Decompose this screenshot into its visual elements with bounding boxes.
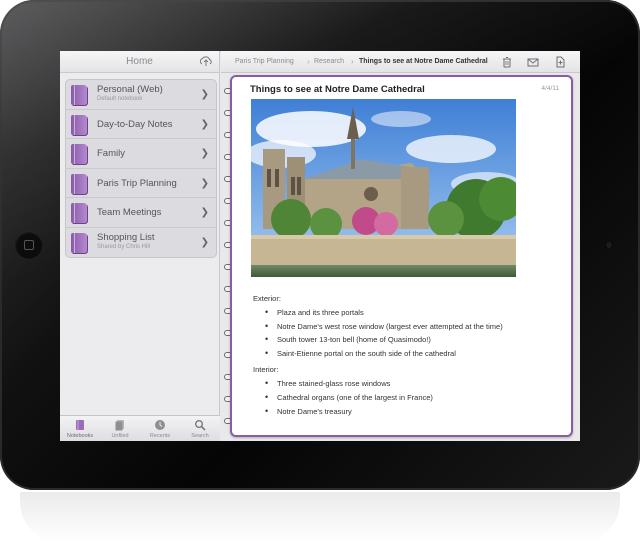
home-button-square-icon (24, 240, 34, 250)
notebook-list: Personal (Web) Default notebook ❯ Day-to… (65, 79, 217, 258)
search-icon (195, 420, 206, 431)
chevron-right-icon: ❯ (200, 236, 209, 248)
notebook-icon (71, 203, 87, 223)
list-item: Notre Dame's west rose window (largest e… (263, 320, 563, 334)
notebook-item-shopping-list[interactable]: Shopping List Shared by Chris Hill ❯ (66, 228, 216, 258)
notebook-icon (71, 85, 87, 105)
tab-search[interactable]: Search (180, 416, 220, 441)
sidebar-header: Home (60, 51, 219, 73)
list-item: Plaza and its three portals (263, 306, 563, 320)
tab-label: Notebooks (66, 433, 94, 439)
tab-label: Recents (149, 433, 171, 439)
notre-dame-photo[interactable] (251, 99, 516, 277)
notebook-label: Shopping List (97, 231, 155, 243)
page-content[interactable]: Exterior: Plaza and its three portals No… (253, 294, 563, 423)
notebook-label: Team Meetings (97, 207, 162, 218)
notebook-label: Personal (Web) (97, 84, 163, 95)
mail-icon[interactable] (527, 56, 539, 68)
tab-unfiled[interactable]: Unfiled (100, 416, 140, 441)
home-button[interactable] (15, 231, 43, 259)
interior-list: Three stained-glass rose windows Cathedr… (263, 377, 563, 418)
notebook-sublabel: Shared by Chris Hill (97, 243, 151, 250)
clock-icon (155, 420, 165, 430)
note-page[interactable]: Things to see at Notre Dame Cathedral 4/… (230, 75, 573, 437)
trash-icon[interactable] (501, 56, 513, 68)
notebook-icon (76, 420, 84, 430)
new-page-icon[interactable] (554, 56, 566, 68)
breadcrumb-separator-icon: › (351, 57, 354, 66)
notebook-item-personal-web[interactable]: Personal (Web) Default notebook ❯ (66, 80, 216, 110)
pages-icon (115, 420, 124, 431)
notebook-item-day-to-day-notes[interactable]: Day-to-Day Notes ❯ (66, 110, 216, 139)
breadcrumb-page: Things to see at Notre Dame Cathedral (359, 58, 488, 65)
ipad-reflection (20, 492, 620, 542)
tab-notebooks[interactable]: Notebooks (60, 416, 100, 441)
tab-label: Search (191, 433, 209, 439)
list-item: Notre Dame's treasury (263, 405, 563, 419)
notebook-item-paris-trip-planning[interactable]: Paris Trip Planning ❯ (66, 169, 216, 198)
page-date: 4/4/11 (541, 85, 559, 92)
breadcrumb-separator-icon: › (307, 57, 310, 66)
notebook-label: Family (97, 148, 125, 159)
sync-icon[interactable] (199, 56, 213, 68)
sidebar: Home Personal (Web) Default notebook ❯ D… (60, 51, 220, 441)
notebook-label: Paris Trip Planning (97, 177, 177, 189)
notebook-icon (71, 114, 87, 135)
section-heading-exterior: Exterior: (253, 294, 281, 303)
tab-bar: Notebooks Unfiled Recents Search (60, 415, 220, 441)
tab-recents[interactable]: Recents (140, 416, 180, 441)
list-item: Saint-Etienne portal on the south side o… (263, 347, 563, 361)
section-heading-interior: Interior: (253, 365, 279, 375)
notebook-item-team-meetings[interactable]: Team Meetings ❯ (66, 198, 216, 228)
sidebar-title: Home (126, 56, 153, 67)
screen: Home Personal (Web) Default notebook ❯ D… (60, 51, 580, 441)
list-item: Three stained-glass rose windows (263, 377, 563, 391)
breadcrumb-section[interactable]: Research (314, 58, 344, 65)
list-item: South tower 13-ton bell (home of Quasimo… (263, 333, 563, 347)
tab-label: Unfiled (111, 433, 129, 439)
navigation-bar: Paris Trip Planning › Research › Things … (221, 51, 580, 73)
main-area: Paris Trip Planning › Research › Things … (221, 51, 580, 441)
notebook-icon (71, 144, 87, 164)
notebook-item-family[interactable]: Family ❯ (66, 139, 216, 169)
chevron-right-icon: ❯ (200, 148, 209, 159)
notebook-icon (71, 232, 87, 253)
exterior-list: Plaza and its three portals Notre Dame's… (263, 306, 563, 360)
chevron-right-icon: ❯ (200, 177, 209, 189)
notebook-icon (71, 173, 87, 194)
camera-icon (606, 242, 612, 248)
chevron-right-icon: ❯ (200, 89, 209, 100)
notebook-sublabel: Default notebook (97, 96, 143, 102)
breadcrumb-notebook[interactable]: Paris Trip Planning (235, 58, 294, 65)
chevron-right-icon: ❯ (200, 118, 209, 130)
chevron-right-icon: ❯ (200, 207, 209, 218)
list-item: Cathedral organs (one of the largest in … (263, 391, 563, 405)
notebook-label: Day-to-Day Notes (97, 118, 173, 130)
page-title[interactable]: Things to see at Notre Dame Cathedral (250, 84, 425, 95)
